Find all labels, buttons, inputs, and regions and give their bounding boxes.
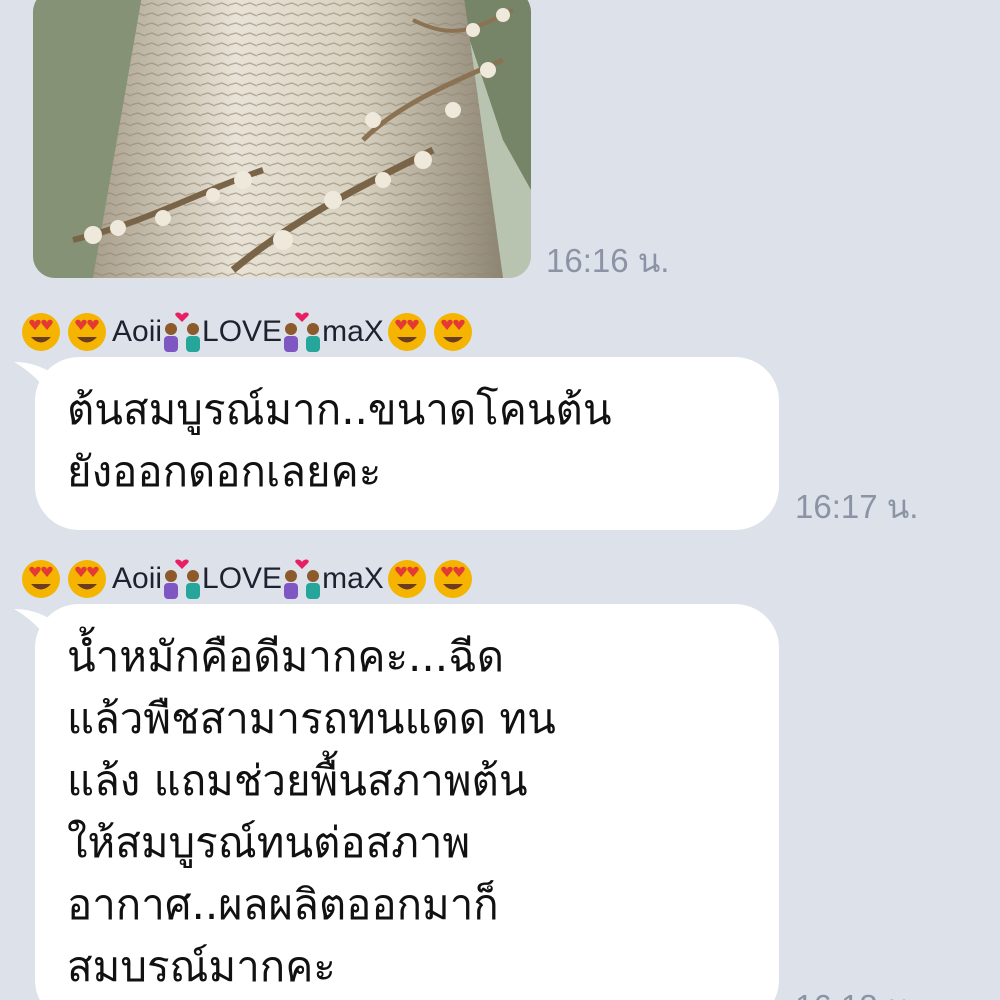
couple-with-heart-icon	[284, 559, 321, 599]
sender-name-part: maX	[322, 562, 384, 595]
sender-name-part: LOVE	[202, 562, 283, 595]
message-time: 16:18 น.	[795, 980, 918, 1000]
photo-message[interactable]	[33, 0, 531, 278]
sender-name[interactable]: Aoii LOVE maX	[20, 310, 478, 354]
sender-name[interactable]: Aoii LOVE maX	[20, 557, 478, 601]
message-bubble[interactable]: ต้นสมบูรณ์มาก..ขนาดโคนต้น ยังออกดอกเลยคะ	[35, 357, 779, 530]
couple-with-heart-icon	[284, 312, 321, 352]
message-text: น้ำหมักคือดีมากคะ...ฉีด แล้วพืชสามารถทนแ…	[67, 632, 556, 991]
message-text: ต้นสมบูรณ์มาก..ขนาดโคนต้น ยังออกดอกเลยคะ	[67, 385, 612, 496]
smiling-face-with-heart-eyes-icon	[387, 313, 426, 351]
sender-name-part: Aoii	[112, 562, 163, 595]
smiling-face-with-heart-eyes-icon	[433, 313, 472, 351]
sender-name-part: LOVE	[202, 315, 283, 348]
smiling-face-with-heart-eyes-icon	[22, 560, 60, 598]
message-time: 16:17 น.	[795, 488, 919, 525]
smiling-face-with-heart-eyes-icon	[22, 313, 60, 351]
smiling-face-with-heart-eyes-icon	[433, 560, 472, 598]
message-time: 16:16 น.	[546, 242, 670, 279]
sender-name-part: Aoii	[112, 315, 163, 348]
smiling-face-with-heart-eyes-icon	[387, 560, 426, 598]
smiling-face-with-heart-eyes-icon	[68, 313, 106, 351]
couple-with-heart-icon	[164, 559, 201, 599]
tree-trunk-photo	[33, 0, 531, 278]
couple-with-heart-icon	[164, 312, 201, 352]
smiling-face-with-heart-eyes-icon	[68, 560, 106, 598]
sender-name-part: maX	[322, 315, 384, 348]
chat-screen: 16:16 น. Aoii LOVE maX ต้นสมบูรณ์มาก..ขน…	[0, 0, 1000, 1000]
message-bubble[interactable]: น้ำหมักคือดีมากคะ...ฉีด แล้วพืชสามารถทนแ…	[35, 604, 779, 1000]
